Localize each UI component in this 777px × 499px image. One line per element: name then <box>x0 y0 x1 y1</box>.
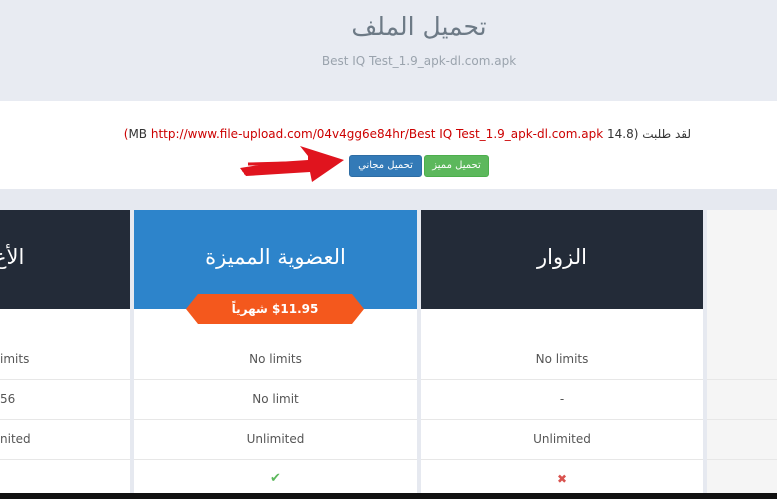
plan-name-premium: العضوية المميزة <box>205 245 346 269</box>
price-badge: $11.95 شهرياً <box>186 294 364 324</box>
request-panel: لقد طلبت (14.8 MB http://www.file-upload… <box>0 101 777 189</box>
plan-header-visitor: الزوار <box>421 210 703 309</box>
table-row: - <box>421 379 703 420</box>
file-link[interactable]: http://www.file-upload.com/04v4gg6e84hr/… <box>151 127 603 141</box>
file-name: Best IQ Test_1.9_apk-dl.com.apk <box>321 54 517 68</box>
table-row: No limits <box>421 339 703 380</box>
table-row <box>707 339 777 380</box>
plan-name-left: الأع <box>0 245 25 269</box>
premium-download-button[interactable]: تحميل مميز <box>424 155 489 177</box>
page-header: تحميل الملف Best IQ Test_1.9_apk-dl.com.… <box>0 0 777 101</box>
price-label: $11.95 شهرياً <box>231 302 319 316</box>
plan-column-premium: العضوية المميزة $11.95 شهرياً No limits … <box>134 210 417 499</box>
table-row <box>707 379 777 420</box>
table-row: nited <box>0 419 130 460</box>
table-row: No limit <box>134 379 417 420</box>
table-row: Unlimited <box>134 419 417 460</box>
table-row <box>707 419 777 460</box>
table-row: No limits <box>134 339 417 380</box>
bottom-edge <box>0 493 777 499</box>
plan-column-left: الأع imits 56 nited <box>0 210 130 499</box>
free-download-button[interactable]: تحميل مجاني <box>349 155 422 177</box>
request-line: لقد طلبت (14.8 MB http://www.file-upload… <box>124 127 691 141</box>
plan-header-right <box>707 210 777 309</box>
plan-header-left: الأع <box>0 210 130 309</box>
plan-name-visitor: الزوار <box>537 245 587 269</box>
red-arrow-icon <box>240 146 344 182</box>
table-row: imits <box>0 339 130 380</box>
page-title: تحميل الملف <box>351 12 487 41</box>
plan-column-visitor: الزوار No limits - Unlimited ✖ <box>421 210 703 499</box>
table-row: 56 <box>0 379 130 420</box>
request-prefix: لقد طلبت <box>642 127 691 141</box>
table-row: Unlimited <box>421 419 703 460</box>
plan-column-right <box>707 210 777 499</box>
